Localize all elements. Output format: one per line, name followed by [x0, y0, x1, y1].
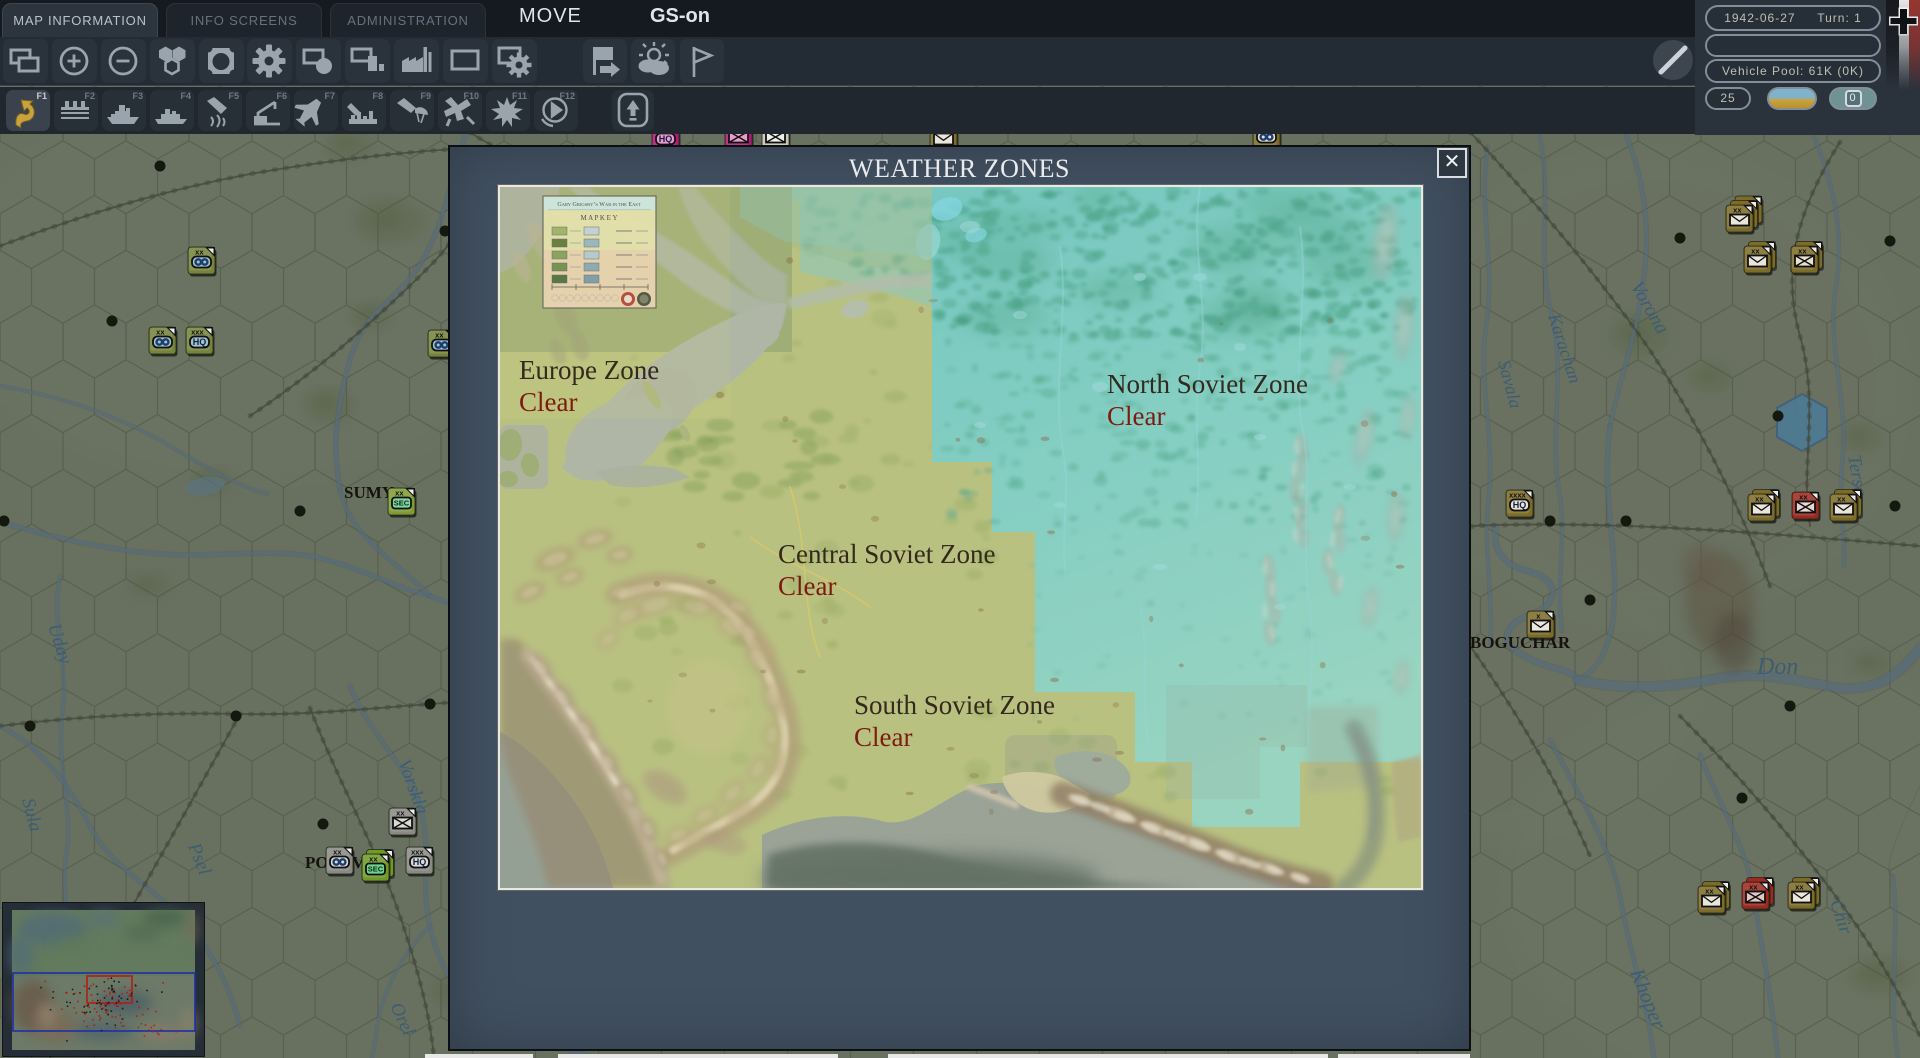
svg-text:xx: xx — [1733, 206, 1742, 215]
svg-text:xx: xx — [156, 328, 165, 337]
svg-text:SEC: SEC — [394, 499, 410, 508]
svg-text:Don: Don — [1756, 654, 1798, 680]
svg-text:xx: xx — [1755, 495, 1764, 504]
svg-text:xx: xx — [396, 809, 405, 818]
svg-text:xx: xx — [1837, 495, 1846, 504]
svg-text:BOGUCHAR: BOGUCHAR — [1470, 633, 1571, 652]
svg-text:xx: xx — [1799, 493, 1808, 502]
svg-text:xx: xx — [369, 855, 378, 864]
svg-text:HQ: HQ — [1513, 500, 1527, 510]
svg-text:xx: xx — [1751, 247, 1760, 256]
svg-text:xx: xx — [1795, 883, 1804, 892]
svg-text:xx: xx — [1749, 883, 1758, 892]
svg-text:xx: xx — [1705, 887, 1714, 896]
svg-text:HQ: HQ — [659, 134, 673, 144]
svg-text:xxx: xxx — [191, 328, 204, 337]
svg-text:SUMY: SUMY — [344, 483, 394, 502]
svg-text:xx: xx — [435, 331, 444, 340]
svg-text:xxx: xxx — [411, 848, 424, 857]
svg-text:xx: xx — [195, 248, 204, 257]
svg-text:HQ: HQ — [193, 337, 207, 347]
svg-text:xx: xx — [395, 489, 404, 498]
svg-text:SEC: SEC — [368, 865, 384, 874]
svg-text:PO: PO — [305, 853, 329, 872]
svg-text:xxxx: xxxx — [1509, 491, 1527, 500]
svg-text:xx: xx — [333, 848, 342, 857]
svg-text:xx: xx — [1798, 247, 1807, 256]
svg-text:HQ: HQ — [413, 857, 427, 867]
